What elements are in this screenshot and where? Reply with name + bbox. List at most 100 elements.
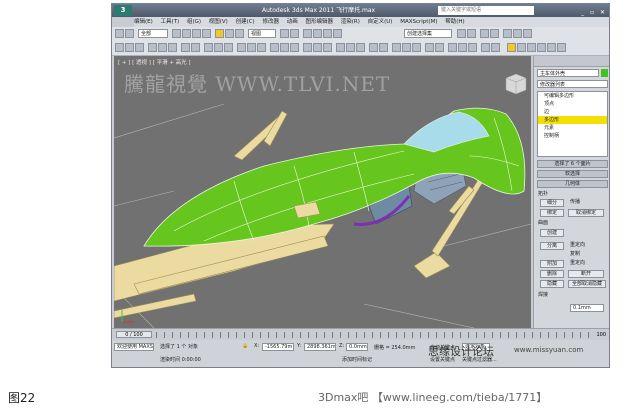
scale-icon[interactable] <box>235 29 244 38</box>
stack-item-editable-poly[interactable]: 可编辑多边形 <box>538 92 607 100</box>
menu-customize[interactable]: 自定义(U) <box>368 19 393 25</box>
tool-ai-icon[interactable] <box>491 43 500 52</box>
redo-icon[interactable] <box>125 29 134 38</box>
subdivide-button[interactable]: 细分 <box>540 199 564 207</box>
tool-e-icon[interactable] <box>158 43 167 52</box>
tool-x-icon[interactable] <box>369 43 378 52</box>
menu-modifiers[interactable]: 修改器 <box>262 19 279 25</box>
unbind-button[interactable]: 取消绑定 <box>568 209 604 217</box>
unhide-all-button[interactable]: 全部取消隐藏 <box>568 280 606 288</box>
percent-snap-icon[interactable] <box>323 29 332 38</box>
tool-d-icon[interactable] <box>148 43 157 52</box>
tool-k-icon[interactable] <box>224 43 233 52</box>
object-name-field[interactable]: 主车体外壳 <box>537 69 599 77</box>
tool-aa-icon[interactable] <box>402 43 411 52</box>
perspective-viewport[interactable]: [ + ] [ 透视 ] [ 平滑 + 高光 ] 騰龍視覺 WWW.TLVI.N… <box>114 56 531 328</box>
tool-s-icon[interactable] <box>313 43 322 52</box>
stack-item-handle[interactable]: 控制柄 <box>538 132 607 140</box>
move-icon[interactable] <box>215 29 224 38</box>
tool-o-icon[interactable] <box>270 43 279 52</box>
ref-coord-dropdown[interactable]: 视图 <box>248 29 276 38</box>
tool-i-icon[interactable] <box>204 43 213 52</box>
tool-m-icon[interactable] <box>247 43 256 52</box>
timeline-ticks[interactable] <box>156 332 595 338</box>
select-by-name-icon[interactable] <box>182 29 191 38</box>
stack-item-vertex[interactable]: 顶点 <box>538 100 607 108</box>
break-button[interactable]: 断开 <box>568 270 604 278</box>
menu-graph-editors[interactable]: 图形编辑器 <box>305 19 333 25</box>
tool-ag-icon[interactable] <box>468 43 477 52</box>
modify-panel-icon[interactable] <box>517 43 526 52</box>
tool-af-icon[interactable] <box>458 43 467 52</box>
tool-g-icon[interactable] <box>181 43 190 52</box>
hide-button[interactable]: 隐藏 <box>540 280 564 288</box>
tool-j-icon[interactable] <box>214 43 223 52</box>
select-icon[interactable] <box>172 29 181 38</box>
propagate-checkbox[interactable]: 传播 <box>570 199 580 206</box>
menu-edit[interactable]: 编辑(E) <box>134 19 153 25</box>
tool-a-icon[interactable] <box>115 43 124 52</box>
y-coordinate-field[interactable]: 2898.361m <box>304 343 336 351</box>
window-crossing-icon[interactable] <box>202 29 211 38</box>
menu-tools[interactable]: 工具(T) <box>161 19 180 25</box>
reorient2-checkbox[interactable]: 重定向 <box>570 260 585 267</box>
pivot-icon[interactable] <box>280 29 289 38</box>
lock-icon[interactable]: 🔒 <box>242 343 248 349</box>
tool-l-icon[interactable] <box>237 43 246 52</box>
rotate-icon[interactable] <box>225 29 234 38</box>
render-icon[interactable] <box>523 29 532 38</box>
rect-selection-icon[interactable] <box>192 29 201 38</box>
align-icon[interactable] <box>467 29 476 38</box>
x-coordinate-field[interactable]: -1565.79m <box>262 343 294 351</box>
help-search-input[interactable]: 键入关键字或短语 <box>438 6 534 15</box>
tool-ab-icon[interactable] <box>412 43 421 52</box>
named-selection-dropdown[interactable]: 创建选择集 <box>404 29 452 38</box>
geometry-rollout[interactable]: 几何体 <box>537 180 608 188</box>
command-panel-tabs[interactable] <box>534 56 609 67</box>
stack-item-polygon[interactable]: 多边形 <box>538 116 607 124</box>
modifier-list-dropdown[interactable]: 修改器列表 <box>537 80 608 88</box>
tool-f-icon[interactable] <box>168 43 177 52</box>
menu-help[interactable]: 帮助(H) <box>445 19 464 25</box>
render-setup-icon[interactable] <box>513 29 522 38</box>
weld-threshold-field[interactable]: 0.1mm <box>570 304 604 312</box>
tool-r-icon[interactable] <box>303 43 312 52</box>
tool-ad-icon[interactable] <box>435 43 444 52</box>
detach-button[interactable]: 分离 <box>540 242 564 250</box>
stack-item-element[interactable]: 元素 <box>538 124 607 132</box>
menu-animation[interactable]: 动画 <box>287 19 298 25</box>
object-color-swatch[interactable] <box>601 69 608 77</box>
reorient-checkbox[interactable]: 重定向 <box>570 242 585 249</box>
tool-y-icon[interactable] <box>379 43 388 52</box>
snap-icon[interactable] <box>303 29 312 38</box>
selection-filter-dropdown[interactable]: 全部 <box>138 29 168 38</box>
copy-checkbox[interactable]: 复制 <box>570 251 580 258</box>
tool-w-icon[interactable] <box>356 43 365 52</box>
tool-q-icon[interactable] <box>290 43 299 52</box>
manipulate-icon[interactable] <box>290 29 299 38</box>
app-logo-button[interactable]: 3 <box>114 5 132 16</box>
mirror-icon[interactable] <box>457 29 466 38</box>
viewport-label[interactable]: [ + ] [ 透视 ] [ 平滑 + 高光 ] <box>118 58 191 66</box>
menu-create[interactable]: 创建(C) <box>236 19 255 25</box>
tool-p-icon[interactable] <box>280 43 289 52</box>
frame-slider[interactable]: 0 / 100 <box>116 331 152 338</box>
spinner-snap-icon[interactable] <box>333 29 342 38</box>
angle-snap-icon[interactable] <box>313 29 322 38</box>
hierarchy-panel-icon[interactable] <box>527 43 536 52</box>
menu-rendering[interactable]: 渲染(R) <box>341 19 360 25</box>
z-coordinate-field[interactable]: 0.0mm <box>346 343 368 351</box>
menu-group[interactable]: 组(G) <box>187 19 201 25</box>
tool-u-icon[interactable] <box>336 43 345 52</box>
tool-ae-icon[interactable] <box>448 43 457 52</box>
add-time-tag-button[interactable]: 添加时间标记 <box>342 356 372 363</box>
display-panel-icon[interactable] <box>547 43 556 52</box>
tool-ah-icon[interactable] <box>481 43 490 52</box>
utilities-panel-icon[interactable] <box>557 43 566 52</box>
bind-button[interactable]: 绑定 <box>540 209 564 217</box>
menu-maxscript[interactable]: MAXScript(M) <box>400 19 437 25</box>
delete-button[interactable]: 删除 <box>540 270 564 278</box>
curve-editor-icon[interactable] <box>490 29 499 38</box>
tool-n-icon[interactable] <box>257 43 266 52</box>
material-editor-icon[interactable] <box>503 29 512 38</box>
